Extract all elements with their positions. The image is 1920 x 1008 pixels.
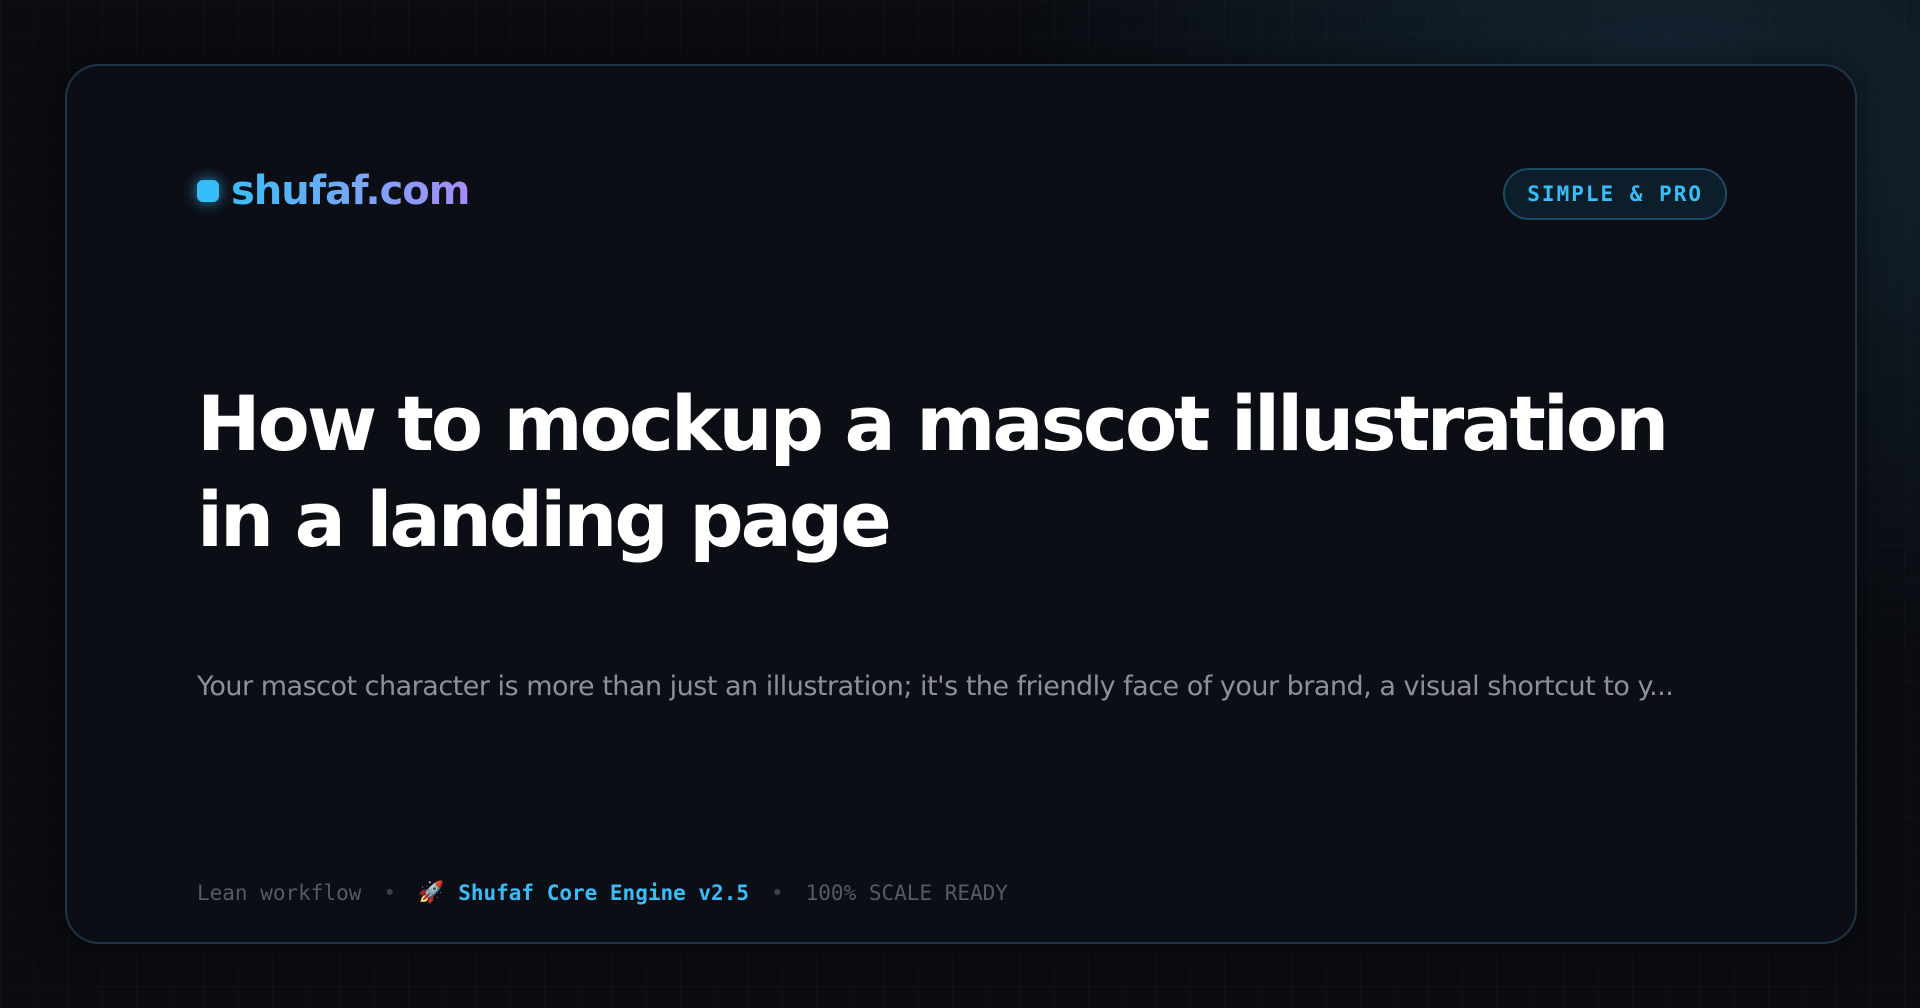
meta-row: Lean workflow • 🚀 Shufaf Core Engine v2.… xyxy=(197,880,1008,905)
meta-workflow: Lean workflow xyxy=(197,880,362,905)
brand-logo[interactable]: shufaf.com xyxy=(197,168,470,214)
meta-separator: • xyxy=(383,880,397,905)
rocket-icon: 🚀 xyxy=(418,880,445,904)
article-excerpt: Your mascot character is more than just … xyxy=(197,671,1674,702)
brand-name: shufaf.com xyxy=(231,168,470,214)
article-title[interactable]: How to mockup a mascot illustration in a… xyxy=(197,376,1717,568)
article-card[interactable]: shufaf.com SIMPLE & PRO How to mockup a … xyxy=(65,64,1857,944)
meta-separator: • xyxy=(770,880,784,905)
meta-scale: 100% SCALE READY xyxy=(805,880,1008,905)
tagline-badge: SIMPLE & PRO xyxy=(1503,168,1727,220)
brand-dot-icon xyxy=(197,180,219,202)
meta-engine: Shufaf Core Engine v2.5 xyxy=(458,880,749,905)
